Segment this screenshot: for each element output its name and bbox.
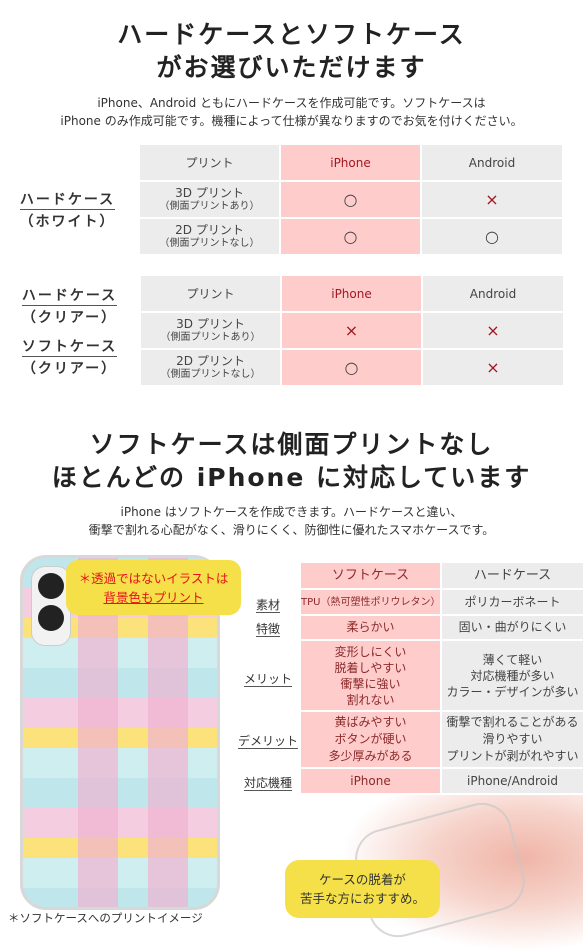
title-line: ほとんどの iPhone に対応しています [51,463,532,492]
print-type: 2D プリント [175,222,244,237]
hand-callout: ケースの脱着が 苦手な方におすすめ。 [285,860,440,918]
table2-label: ハードケース （クリアー） ソフトケース （クリアー） [12,285,127,380]
label-line: （クリアー） [21,361,118,377]
row-label: 素材 [255,598,280,613]
cell-text: プリントが剥がれやすい [446,749,579,763]
cell-text: 黄ばみやすい [334,715,407,729]
section2-title: ソフトケースは側面プリントなし ほとんどの iPhone に対応しています [0,428,583,494]
print-note: （側面プリントあり） [160,331,261,343]
print-callout: ＊透過ではないイラストは 背景色もプリント [66,560,241,615]
print-note: （側面プリントなし） [159,237,260,249]
cell-text: 柔らかい [346,620,395,634]
desc-line: 衝撃で割れる心配がなく、滑りにくく、防御性に優れたスマホケースです。 [88,523,495,537]
circle-icon: ○ [343,226,358,246]
desc-line: iPhone のみ作成可能です。機種によって仕様が異なりますのでお気を付けくださ… [60,114,523,128]
header-iphone: iPhone [282,276,421,311]
label-line: ハードケース [19,192,116,210]
print-type: 3D プリント [176,316,245,331]
callout-line: ＊透過ではないイラストは [78,571,229,586]
cell-text: iPhone/Android [467,773,558,788]
cell-text: 滑りやすい [482,732,543,746]
row-label: 特徴 [255,622,280,637]
cross-icon: × [485,189,499,209]
cell-text: 対応機種が多い [470,668,555,683]
title-line: がお選びいただけます [156,53,427,82]
desc-line: iPhone はソフトケースを作成できます。ハードケースと違い、 [120,505,463,519]
header-iphone: iPhone [281,145,420,180]
header-print: プリント [141,276,280,311]
callout-line: ケースの脱着が [319,872,406,887]
print-cell: 2D プリント （側面プリントなし） [140,219,279,254]
camera-icon [31,566,71,646]
header-hard: ハードケース [442,563,583,588]
row-label: 対応機種 [243,776,292,791]
print-note: （側面プリントなし） [160,368,261,380]
callout-line: 背景色もプリント [103,590,204,605]
print-type: 2D プリント [176,353,245,368]
cell-text: 変形しにくい [334,644,407,659]
cell-text: 衝撃で割れることがある [446,715,579,729]
row-label: デメリット [238,734,299,749]
cell-text: 割れない [346,692,395,707]
phone-caption: ＊ソフトケースへのプリントイメージ [8,911,203,925]
cell-text: iPhone [350,773,391,788]
print-cell: 3D プリント （側面プリントあり） [140,182,279,217]
header-android: Android [422,145,562,180]
header-print: プリント [140,145,279,180]
label-line: （クリアー） [21,310,118,326]
cell-text: 衝撃に強い [340,676,401,691]
circle-icon: ○ [344,357,359,377]
row-label: メリット [243,672,292,687]
header-android: Android [423,276,563,311]
label-line: ハードケース [21,288,118,306]
cell-text: ボタンが硬い [334,732,407,746]
cell-text: カラー・デザインが多い [446,684,579,699]
header-soft: ソフトケース [301,563,440,588]
cell-text: 多少厚みがある [328,749,413,763]
title-line: ソフトケースは側面プリントなし [89,430,494,459]
desc-line: iPhone、Android ともにハードケースを作成可能です。ソフトケースは [97,96,486,110]
label-line: ソフトケース [21,339,118,357]
cell-text: 薄くて軽い [482,652,543,667]
cross-icon: × [344,320,359,340]
callout-line: 苦手な方におすすめ。 [299,891,425,906]
table1-label: ハードケース （ホワイト） [10,189,125,233]
section1-desc: iPhone、Android ともにハードケースを作成可能です。ソフトケースは … [0,94,583,130]
cell-text: ポリカーボネート [464,594,561,609]
print-note: （側面プリントあり） [159,200,260,212]
print-cell: 3D プリント （側面プリントあり） [141,313,280,348]
circle-icon: ○ [343,189,358,209]
label-line: （ホワイト） [19,214,116,230]
cell-text: TPU（熱可塑性ポリウレタン） [301,596,441,608]
table2: プリント iPhone Android 3D プリント （側面プリントあり） × … [141,276,563,385]
cell-text: 固い・曲がりにくい [458,620,567,634]
section1-title: ハードケースとソフトケース がお選びいただけます [0,18,583,84]
title-line: ハードケースとソフトケース [117,20,466,49]
cross-icon: × [486,320,500,340]
cell-text: 脱着しやすい [334,660,407,675]
cross-icon: × [486,357,500,377]
comparison-table: ソフトケース ハードケース TPU（熱可塑性ポリウレタン） ポリカーボネート 柔… [301,563,583,793]
circle-icon: ○ [485,226,499,246]
print-type: 3D プリント [175,185,244,200]
print-cell: 2D プリント （側面プリントなし） [141,350,280,385]
table1: プリント iPhone Android 3D プリント （側面プリントあり） ○ … [140,145,562,254]
section2-desc: iPhone はソフトケースを作成できます。ハードケースと違い、 衝撃で割れる心… [0,503,583,539]
